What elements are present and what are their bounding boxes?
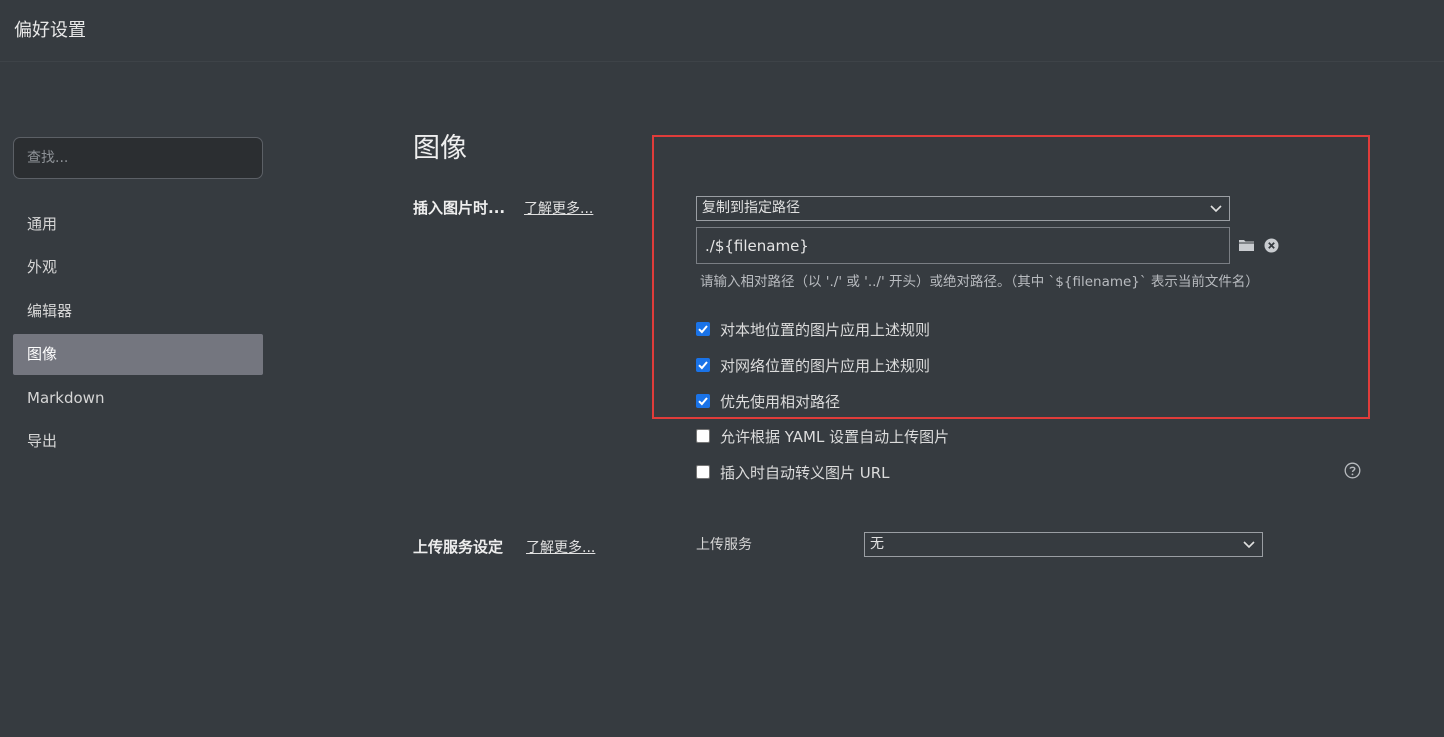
insert-action-select[interactable]: 复制到指定路径 — [696, 196, 1230, 221]
upload-service-select-value: 无 — [870, 536, 884, 552]
upload-service-label: 上传服务设定 — [413, 538, 504, 556]
sidebar-item-export[interactable]: 导出 — [13, 421, 263, 462]
path-hint-text: 请输入相对路径（以 './' 或 '../' 开头）或绝对路径。（其中 `${f… — [700, 274, 1259, 290]
option-label: 插入时自动转义图片 URL — [720, 463, 890, 482]
checkbox-checked-icon[interactable] — [696, 358, 710, 372]
chevron-down-icon — [1243, 541, 1255, 549]
option-escape-image-url[interactable]: 插入时自动转义图片 URL — [696, 461, 890, 483]
sidebar-item-image[interactable]: 图像 — [13, 334, 263, 376]
upload-service-select[interactable]: 无 — [864, 532, 1263, 557]
sidebar-item-markdown[interactable]: Markdown — [13, 378, 263, 419]
folder-icon[interactable] — [1238, 238, 1255, 252]
option-label: 对网络位置的图片应用上述规则 — [720, 356, 931, 375]
title-bar: 偏好设置 — [0, 0, 1444, 62]
clear-icon[interactable] — [1264, 238, 1279, 253]
image-path-input[interactable] — [696, 227, 1230, 264]
option-label: 优先使用相对路径 — [720, 392, 841, 411]
help-icon[interactable] — [1344, 462, 1361, 479]
sidebar-item-editor[interactable]: 编辑器 — [13, 291, 263, 332]
option-yaml-auto-upload[interactable]: 允许根据 YAML 设置自动上传图片 — [696, 425, 949, 447]
insert-action-select-value: 复制到指定路径 — [702, 200, 800, 216]
checkbox-checked-icon[interactable] — [696, 322, 710, 336]
insert-learn-more-link[interactable]: 了解更多... — [524, 198, 593, 218]
upload-service-field-label: 上传服务 — [696, 537, 752, 553]
option-label: 允许根据 YAML 设置自动上传图片 — [720, 427, 950, 446]
insert-image-label: 插入图片时... — [413, 199, 506, 217]
option-label: 对本地位置的图片应用上述规则 — [720, 320, 931, 339]
option-local-images[interactable]: 对本地位置的图片应用上述规则 — [696, 318, 930, 340]
checkbox-checked-icon[interactable] — [696, 394, 710, 408]
page-title: 图像 — [413, 133, 467, 164]
sidebar-item-general[interactable]: 通用 — [13, 204, 263, 245]
search-input[interactable] — [13, 137, 263, 179]
upload-learn-more-link[interactable]: 了解更多... — [526, 537, 595, 557]
chevron-down-icon — [1210, 205, 1222, 213]
checkbox-unchecked-icon[interactable] — [696, 429, 710, 443]
window-title: 偏好设置 — [14, 20, 86, 41]
option-network-images[interactable]: 对网络位置的图片应用上述规则 — [696, 354, 930, 376]
checkbox-unchecked-icon[interactable] — [696, 465, 710, 479]
sidebar-item-appearance[interactable]: 外观 — [13, 247, 263, 288]
sidebar-nav: 通用 外观 编辑器 图像 Markdown 导出 — [13, 204, 263, 464]
option-prefer-relative-path[interactable]: 优先使用相对路径 — [696, 390, 840, 412]
